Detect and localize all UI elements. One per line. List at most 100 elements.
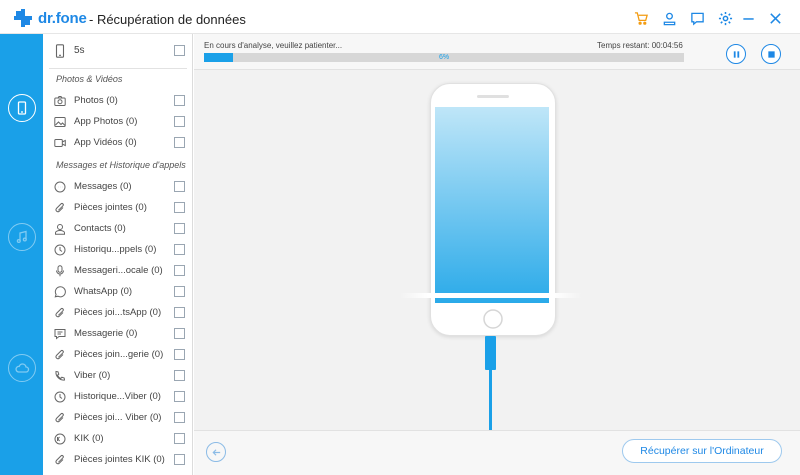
item-checkbox[interactable] <box>174 349 185 360</box>
brand-name: dr.fone <box>38 10 87 27</box>
microphone-icon <box>54 264 66 277</box>
pause-icon <box>733 50 739 58</box>
main-panel: En cours d'analyse, veuillez patienter..… <box>194 34 800 475</box>
list-item[interactable]: WhatsApp (0) <box>43 281 192 302</box>
list-item-label: Messageri...ocale (0) <box>74 265 163 276</box>
item-checkbox[interactable] <box>174 116 185 127</box>
feedback-icon[interactable] <box>689 10 705 26</box>
recover-itunes-icon[interactable] <box>8 223 36 251</box>
list-item[interactable]: Pièces join...gerie (0) <box>43 344 192 365</box>
list-item-label: Pièces jointes KIK (0) <box>74 454 165 465</box>
minimize-icon[interactable] <box>740 10 756 26</box>
list-item[interactable]: Messageri...ocale (0) <box>43 260 192 281</box>
item-checkbox[interactable] <box>174 137 185 148</box>
list-item[interactable]: Viber (0) <box>43 365 192 386</box>
clock-icon <box>54 391 66 403</box>
list-item-label: Historiqu...ppels (0) <box>74 244 157 255</box>
list-item-label: WhatsApp (0) <box>74 286 133 297</box>
item-checkbox[interactable] <box>174 412 185 423</box>
group-title-photos: Photos & Vidéos <box>56 74 123 84</box>
list-item[interactable]: App Photos (0) <box>43 111 192 132</box>
paperclip-icon <box>54 202 66 214</box>
divider <box>49 68 187 69</box>
progress-percent: 6% <box>438 54 450 61</box>
item-checkbox[interactable] <box>174 181 185 192</box>
list-item[interactable]: Historique...Viber (0) <box>43 386 192 407</box>
footer-bar: Récupérer sur l'Ordinateur <box>194 430 800 475</box>
item-checkbox[interactable] <box>174 328 185 339</box>
item-checkbox[interactable] <box>174 286 185 297</box>
paperclip-icon <box>54 307 66 319</box>
mode-rail <box>0 34 43 475</box>
scan-status-text: En cours d'analyse, veuillez patienter..… <box>204 41 343 50</box>
title-bar: dr.fone - Récupération de données <box>0 0 800 34</box>
list-item[interactable]: Messagerie (0) <box>43 323 192 344</box>
list-item-label: Historique...Viber (0) <box>74 391 161 402</box>
list-item[interactable]: Pièces joi... Viber (0) <box>43 407 192 428</box>
stop-button[interactable] <box>761 44 781 64</box>
settings-icon[interactable] <box>717 10 733 26</box>
list-item-label: Pièces joi... Viber (0) <box>74 412 162 423</box>
list-item[interactable]: Pièces jointes KIK (0) <box>43 449 192 470</box>
list-item-label: Pièces joi...tsApp (0) <box>74 307 162 318</box>
contact-icon <box>54 223 66 235</box>
list-item-label: App Photos (0) <box>74 116 138 127</box>
list-item-label: Viber (0) <box>74 370 111 381</box>
device-checkbox[interactable] <box>174 45 185 56</box>
list-item-label: Messages (0) <box>74 181 132 192</box>
item-checkbox[interactable] <box>174 265 185 276</box>
video-icon <box>54 137 66 149</box>
arrow-left-icon <box>211 448 220 456</box>
scan-progress-header: En cours d'analyse, veuillez patienter..… <box>194 34 800 70</box>
item-checkbox[interactable] <box>174 391 185 402</box>
list-item-label: Pièces join...gerie (0) <box>74 349 164 360</box>
close-icon[interactable] <box>767 10 783 26</box>
device-label: 5s <box>74 45 85 56</box>
chat-icon <box>54 328 66 340</box>
list-item[interactable]: Contacts (0) <box>43 218 192 239</box>
list-item-label: Photos (0) <box>74 95 118 106</box>
item-checkbox[interactable] <box>174 370 185 381</box>
list-item-label: Contacts (0) <box>74 223 126 234</box>
time-remaining: Temps restant: 00:04:56 <box>597 41 683 50</box>
paperclip-icon <box>54 454 66 466</box>
category-sidebar: 5s Photos & Vidéos Photos (0) App Photos… <box>43 34 193 475</box>
list-item-label: KIK (0) <box>74 433 104 444</box>
list-item[interactable]: Pièces joi...tsApp (0) <box>43 302 192 323</box>
list-item[interactable]: Historiqu...ppels (0) <box>43 239 192 260</box>
recover-icloud-icon[interactable] <box>8 354 36 382</box>
progress-bar: 6% <box>204 53 684 62</box>
camera-icon <box>54 95 66 107</box>
recover-to-computer-button[interactable]: Récupérer sur l'Ordinateur <box>622 439 782 463</box>
item-checkbox[interactable] <box>174 244 185 255</box>
image-icon <box>54 116 66 128</box>
window-title: - Récupération de données <box>89 12 246 27</box>
list-item[interactable]: KIK (0) <box>43 428 192 449</box>
list-item[interactable]: App Vidéos (0) <box>43 132 192 153</box>
back-button[interactable] <box>206 442 226 462</box>
list-item-label: Messagerie (0) <box>74 328 138 339</box>
list-item[interactable]: Pièces jointes (0) <box>43 197 192 218</box>
whatsapp-icon <box>54 285 66 298</box>
account-icon[interactable] <box>661 10 677 26</box>
device-row[interactable]: 5s <box>43 40 192 61</box>
group-title-messages: Messages et Historique d'appels <box>56 160 186 170</box>
kik-icon <box>54 433 66 445</box>
item-checkbox[interactable] <box>174 202 185 213</box>
item-checkbox[interactable] <box>174 454 185 465</box>
phone-device-icon <box>53 43 67 58</box>
clock-icon <box>54 244 66 256</box>
recover-ios-device-icon[interactable] <box>8 94 36 122</box>
list-item[interactable]: Photos (0) <box>43 90 192 111</box>
item-checkbox[interactable] <box>174 223 185 234</box>
pause-button[interactable] <box>726 44 746 64</box>
item-checkbox[interactable] <box>174 95 185 106</box>
stop-icon <box>767 50 775 58</box>
cart-icon[interactable] <box>633 10 649 26</box>
item-checkbox[interactable] <box>174 433 185 444</box>
list-item-label: App Vidéos (0) <box>74 137 137 148</box>
paperclip-icon <box>54 349 66 361</box>
list-item[interactable]: Messages (0) <box>43 176 192 197</box>
item-checkbox[interactable] <box>174 307 185 318</box>
scan-line <box>400 293 582 298</box>
